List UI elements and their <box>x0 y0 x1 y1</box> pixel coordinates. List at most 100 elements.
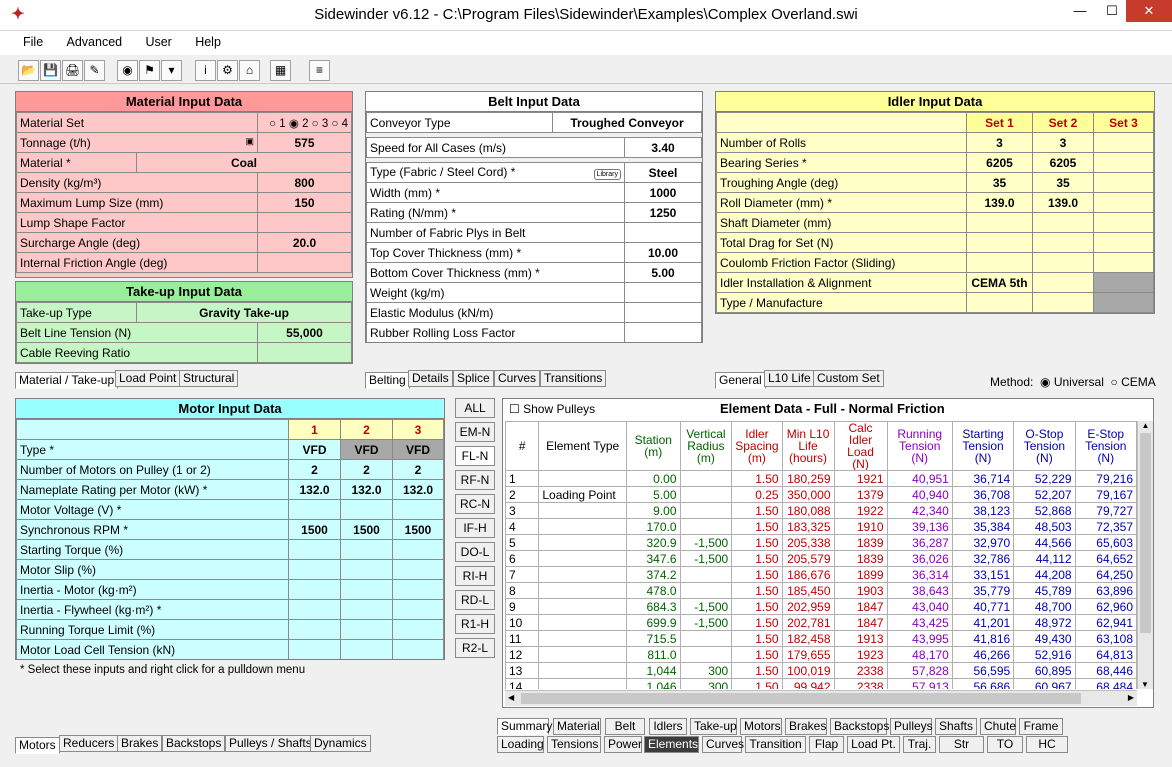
elastic-modulus-value[interactable] <box>624 302 702 323</box>
belt-weight-value[interactable] <box>624 282 702 303</box>
tab-dynamics[interactable]: Dynamics <box>310 735 371 752</box>
minimize-button[interactable]: — <box>1063 0 1097 22</box>
units-icon[interactable]: ◉ <box>117 60 138 81</box>
motor-2-value[interactable]: VFD <box>340 439 393 460</box>
result-tab-frame[interactable]: Frame <box>1019 718 1063 735</box>
material-set-option-1[interactable]: ○ 1 <box>269 118 286 130</box>
menu-user[interactable]: User <box>135 31 181 49</box>
table-row[interactable]: 6 347.6 -1,500 1.50 205,579 1839 36,026 32,786 4… <box>505 550 1137 567</box>
table-row[interactable]: 14 1,046 300 1.50 99,942 2338 57,913 56,686 60,9… <box>505 678 1137 689</box>
result-tab-backstops[interactable]: Backstops <box>830 718 889 735</box>
small-button-icon[interactable]: ▣ <box>245 136 254 147</box>
maximize-button[interactable]: ☐ <box>1095 0 1129 22</box>
idler-set-3-value[interactable] <box>1093 252 1154 273</box>
idler-set-2-value[interactable] <box>1032 292 1094 313</box>
idler-set-1-value[interactable]: 139.0 <box>966 192 1033 213</box>
motor-1-value[interactable] <box>288 559 341 580</box>
idler-set-2-header[interactable]: Set 2 <box>1032 112 1094 133</box>
material-set-option-2[interactable]: ◉ 2 <box>289 118 309 130</box>
idler-set-3-value[interactable] <box>1093 212 1154 233</box>
motor-2-value[interactable]: 1500 <box>340 519 393 540</box>
library-button[interactable]: Library <box>593 169 621 180</box>
motor-col-1-header[interactable]: 1 <box>288 419 341 440</box>
table-row[interactable]: 11 715.5 1.50 182,458 1913 43,995 41,816 49,430… <box>505 630 1137 647</box>
motor-1-value[interactable]: 1500 <box>288 519 341 540</box>
takeup-type-value[interactable]: Gravity Take-up <box>136 302 352 323</box>
result-tab-motors[interactable]: Motors <box>740 718 782 735</box>
motor-2-value[interactable] <box>340 499 393 520</box>
case-button-ri-h[interactable]: RI-H <box>455 566 495 586</box>
surcharge-value[interactable]: 20.0 <box>257 232 352 253</box>
calculator-icon[interactable]: ≡ <box>309 60 330 81</box>
case-button-rc-n[interactable]: RC-N <box>455 494 495 514</box>
idler-set-2-value[interactable] <box>1032 252 1094 273</box>
flag-icon[interactable]: ⚑ <box>139 60 160 81</box>
element-col-header[interactable]: Station (m) <box>625 421 681 471</box>
idler-set-1-value[interactable] <box>966 232 1033 253</box>
menu-help[interactable]: Help <box>185 31 231 49</box>
hscroll-thumb[interactable] <box>521 693 1081 704</box>
idler-set-2-value[interactable]: 35 <box>1032 172 1094 193</box>
result-tab-chute[interactable]: Chute <box>980 718 1016 735</box>
idler-set-1-value[interactable]: 35 <box>966 172 1033 193</box>
result-tab-hc[interactable]: HC <box>1026 736 1068 753</box>
element-col-header[interactable]: # <box>505 421 540 471</box>
idler-set-1-value[interactable] <box>966 252 1033 273</box>
tab-load-point[interactable]: Load Point <box>115 370 181 387</box>
result-tab-take-up[interactable]: Take-up <box>690 718 737 735</box>
result-tab-transition[interactable]: Transition <box>745 736 806 753</box>
case-button-all[interactable]: ALL <box>455 398 495 418</box>
motor-2-value[interactable] <box>340 579 393 600</box>
tab-l10-life[interactable]: L10 Life <box>764 370 815 387</box>
belt-width-value[interactable]: 1000 <box>624 182 702 203</box>
idler-set-2-value[interactable]: 139.0 <box>1032 192 1094 213</box>
motor-2-value[interactable] <box>340 539 393 560</box>
save-icon[interactable]: 💾 <box>40 60 61 81</box>
cable-reeving-value[interactable] <box>257 342 352 363</box>
motor-2-value[interactable] <box>340 559 393 580</box>
result-tab-belt[interactable]: Belt <box>605 718 645 735</box>
case-button-r1-h[interactable]: R1-H <box>455 614 495 634</box>
print-icon[interactable]: 🖨 <box>62 60 83 81</box>
belt-line-tension-value[interactable]: 55,000 <box>257 322 352 343</box>
friction-angle-value[interactable] <box>257 252 352 273</box>
idler-set-3-value[interactable] <box>1093 292 1154 313</box>
motor-3-value[interactable]: 1500 <box>392 519 444 540</box>
scroll-left-icon[interactable]: ◀ <box>508 693 514 702</box>
idler-set-3-value[interactable] <box>1093 272 1154 293</box>
tab-belting[interactable]: Belting <box>365 372 410 389</box>
tab-details[interactable]: Details <box>408 370 453 387</box>
case-button-r2-l[interactable]: R2-L <box>455 638 495 658</box>
table-row[interactable]: 3 9.00 1.50 180,088 1922 42,340 38,123 52,868 79… <box>505 502 1137 519</box>
result-tab-flap[interactable]: Flap <box>809 736 844 753</box>
idler-set-3-header[interactable]: Set 3 <box>1093 112 1154 133</box>
result-tab-shafts[interactable]: Shafts <box>935 718 977 735</box>
tab-transitions[interactable]: Transitions <box>540 370 607 387</box>
motor-3-value[interactable] <box>392 639 444 659</box>
element-col-header[interactable]: Calc Idler Load (N) <box>833 421 888 471</box>
motor-1-value[interactable] <box>288 599 341 620</box>
bottom-cover-value[interactable]: 5.00 <box>624 262 702 283</box>
scroll-right-icon[interactable]: ▶ <box>1128 693 1134 702</box>
tab-general[interactable]: General <box>715 372 766 389</box>
result-tab-material[interactable]: Material <box>553 718 601 735</box>
scroll-down-icon[interactable]: ▼ <box>1138 680 1152 689</box>
case-button-em-n[interactable]: EM-N <box>455 422 495 442</box>
table-row[interactable]: 1 0.00 1.50 180,259 1921 40,951 36,714 52,229 79… <box>505 470 1137 487</box>
element-col-header[interactable]: Idler Spacing (m) <box>731 421 783 471</box>
motor-2-value[interactable] <box>340 619 393 640</box>
table-row[interactable]: 13 1,044 300 1.50 100,019 2338 57,828 56,595 60,… <box>505 662 1137 679</box>
motor-1-value[interactable]: VFD <box>288 439 341 460</box>
idler-set-1-value[interactable]: 6205 <box>966 152 1033 173</box>
motor-3-value[interactable] <box>392 619 444 640</box>
element-col-header[interactable]: E-Stop Tension (N) <box>1074 421 1137 471</box>
rubber-loss-value[interactable] <box>624 322 702 342</box>
result-tab-summary[interactable]: Summary <box>497 718 552 735</box>
motor-col-3-header[interactable]: 3 <box>392 419 444 440</box>
table-row[interactable]: 5 320.9 -1,500 1.50 205,338 1839 36,287 32,970 4… <box>505 534 1137 551</box>
close-button[interactable]: ✕ <box>1126 0 1172 22</box>
motor-3-value[interactable] <box>392 539 444 560</box>
idler-set-1-value[interactable]: CEMA 5th <box>966 272 1033 293</box>
motor-3-value[interactable] <box>392 559 444 580</box>
motor-2-value[interactable]: 2 <box>340 459 393 480</box>
